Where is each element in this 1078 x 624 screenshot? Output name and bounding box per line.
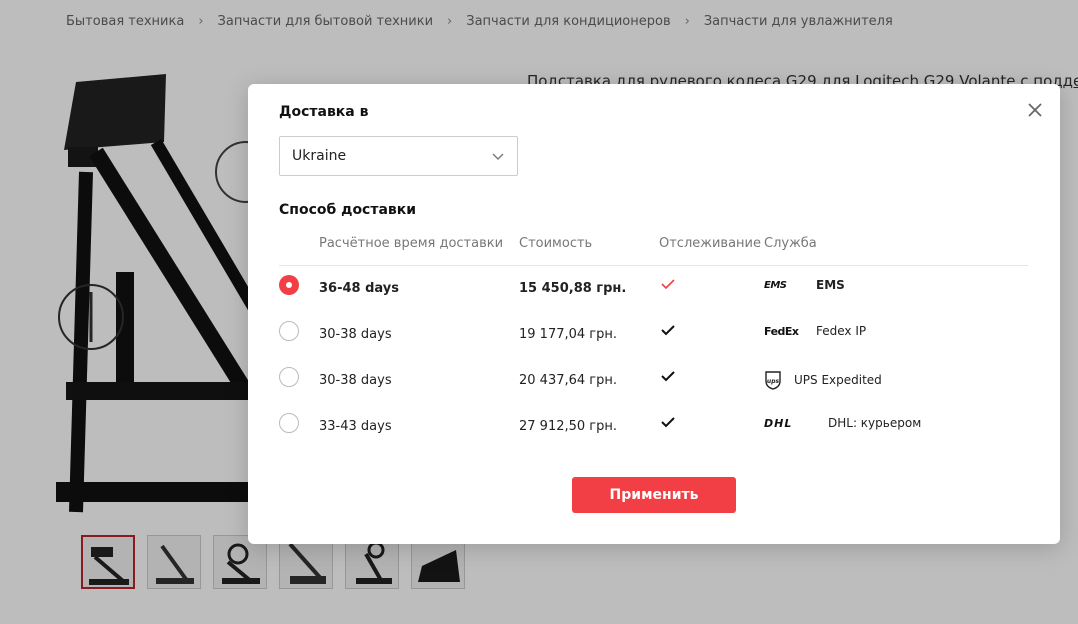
check-icon [661,325,675,336]
delivery-cost: 15 450,88 грн. [519,281,627,296]
close-button[interactable] [1026,101,1044,119]
service-name: UPS Expedited [794,373,882,387]
close-icon [1028,103,1042,117]
country-select-value: Ukraine [292,148,347,164]
ups-icon: ups [765,371,781,390]
column-header-time: Расчётное время доставки [319,236,504,251]
table-row[interactable]: 33-43 days 27 912,50 грн. DHL DHL: курье… [279,404,1028,450]
column-header-cost: Стоимость [519,236,593,251]
service: EMS EMS [764,278,845,292]
table-row[interactable]: 30-38 days 19 177,04 грн. FedEx Fedex IP [279,312,1028,358]
table-row[interactable]: 36-48 days 15 450,88 грн. EMS EMS [279,266,1028,312]
delivery-time: 36-48 days [319,281,399,296]
column-header-tracking: Отслеживание [659,236,761,251]
service-name: DHL: курьером [828,416,922,430]
check-icon [661,371,675,382]
shipping-modal: Доставка в Ukraine Способ доставки Расчё… [248,84,1060,544]
chevron-down-icon [492,153,504,160]
delivery-time: 30-38 days [319,373,392,388]
radio-unselected[interactable] [279,321,299,341]
apply-button[interactable]: Применить [572,477,736,513]
radio-unselected[interactable] [279,367,299,387]
radio-unselected[interactable] [279,413,299,433]
service: ups UPS Expedited [764,370,882,390]
delivery-cost: 19 177,04 грн. [519,327,618,342]
delivery-to-label: Доставка в [279,104,369,120]
service-name: Fedex IP [816,324,867,338]
service: FedEx Fedex IP [764,324,866,338]
dhl-logo: DHL [764,416,793,430]
delivery-time: 33-43 days [319,419,392,434]
radio-selected[interactable] [279,275,299,295]
country-select[interactable]: Ukraine [279,136,518,176]
delivery-cost: 20 437,64 грн. [519,373,618,388]
shipping-method-label: Способ доставки [279,202,417,218]
service-name: EMS [816,278,845,292]
table-header: Расчётное время доставки Стоимость Отсле… [279,230,1028,266]
delivery-cost: 27 912,50 грн. [519,419,618,434]
svg-text:ups: ups [767,378,780,385]
check-icon [661,417,675,428]
shipping-options-table: Расчётное время доставки Стоимость Отсле… [279,230,1028,450]
column-header-service: Служба [764,236,817,251]
fedex-logo: FedEx [764,324,799,338]
table-row[interactable]: 30-38 days 20 437,64 грн. ups UPS Expedi… [279,358,1028,404]
delivery-time: 30-38 days [319,327,392,342]
check-icon [661,279,675,290]
service: DHL DHL: курьером [764,416,921,430]
ems-logo: EMS [764,279,787,291]
